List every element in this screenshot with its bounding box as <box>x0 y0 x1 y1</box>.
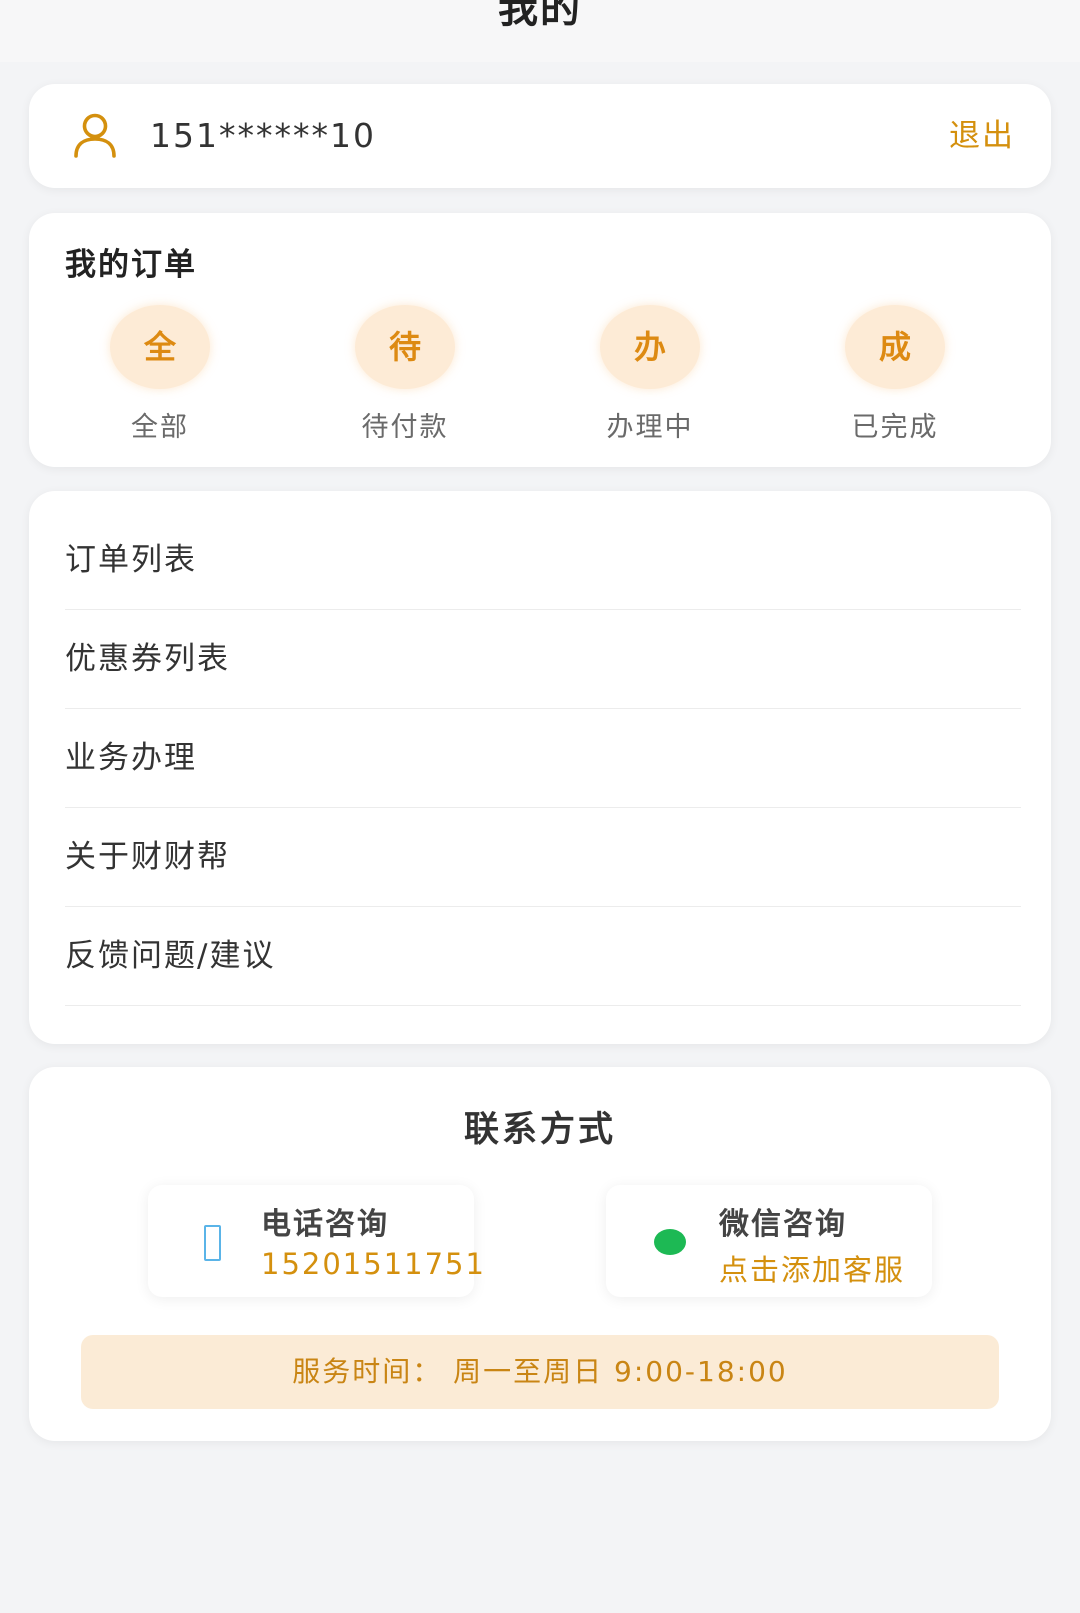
user-card: 151******10 退出 <box>29 84 1051 188</box>
phone-icon <box>204 1225 221 1261</box>
order-pending-payment-button[interactable]: 待 待付款 <box>330 305 480 445</box>
menu-item-label: 订单列表 <box>65 542 197 578</box>
contact-card: 联系方式 电话咨询 15201511751 微信咨询 点击添加客服 服务时间： … <box>29 1067 1051 1441</box>
top-bar: 我的 <box>0 0 1080 62</box>
order-in-progress-label: 办理中 <box>606 412 694 443</box>
menu-item-order-list[interactable]: 订单列表 <box>65 511 1021 610</box>
menu-item-label: 反馈问题/建议 <box>65 938 276 974</box>
phone-number: 15201511751 <box>261 1247 486 1281</box>
order-pending-payment-label: 待付款 <box>361 412 449 443</box>
order-all-label: 全部 <box>131 412 189 443</box>
menu-item-label: 业务办理 <box>65 740 197 776</box>
wechat-consult-title: 微信咨询 <box>719 1207 847 1242</box>
menu-item-about[interactable]: 关于财财帮 <box>65 808 1021 907</box>
phone-consult-title: 电话咨询 <box>261 1207 389 1242</box>
wechat-add-service: 点击添加客服 <box>719 1253 906 1287</box>
menu-item-label: 关于财财帮 <box>65 839 230 875</box>
wechat-consult-button[interactable]: 微信咨询 点击添加客服 <box>606 1185 932 1297</box>
orders-title: 我的订单 <box>65 247 197 283</box>
order-all-badge: 全 <box>110 305 210 389</box>
menu-item-coupon-list[interactable]: 优惠券列表 <box>65 610 1021 709</box>
order-all-button[interactable]: 全 全部 <box>85 305 235 445</box>
wechat-icon <box>654 1229 686 1255</box>
order-completed-badge: 成 <box>845 305 945 389</box>
menu-item-feedback[interactable]: 反馈问题/建议 <box>65 907 1021 1006</box>
contact-title: 联系方式 <box>463 1110 616 1150</box>
user-icon <box>74 113 116 158</box>
order-completed-label: 已完成 <box>851 412 939 443</box>
order-in-progress-button[interactable]: 办 办理中 <box>575 305 725 445</box>
orders-card: 我的订单 全 全部 待 待付款 办 办理中 成 已完成 <box>29 213 1051 467</box>
order-completed-button[interactable]: 成 已完成 <box>820 305 970 445</box>
page-title: 我的 <box>498 0 582 32</box>
menu-card: 订单列表 优惠券列表 业务办理 关于财财帮 反馈问题/建议 <box>29 491 1051 1044</box>
menu-item-label: 优惠券列表 <box>65 641 230 677</box>
menu-item-business[interactable]: 业务办理 <box>65 709 1021 808</box>
service-time-bar: 服务时间： 周一至周日 9:00-18:00 <box>81 1335 999 1409</box>
phone-consult-button[interactable]: 电话咨询 15201511751 <box>148 1185 484 1297</box>
order-in-progress-badge: 办 <box>600 305 700 389</box>
logout-button[interactable]: 退出 <box>949 84 1015 188</box>
user-phone: 151******10 <box>150 116 376 155</box>
order-pending-payment-badge: 待 <box>355 305 455 389</box>
